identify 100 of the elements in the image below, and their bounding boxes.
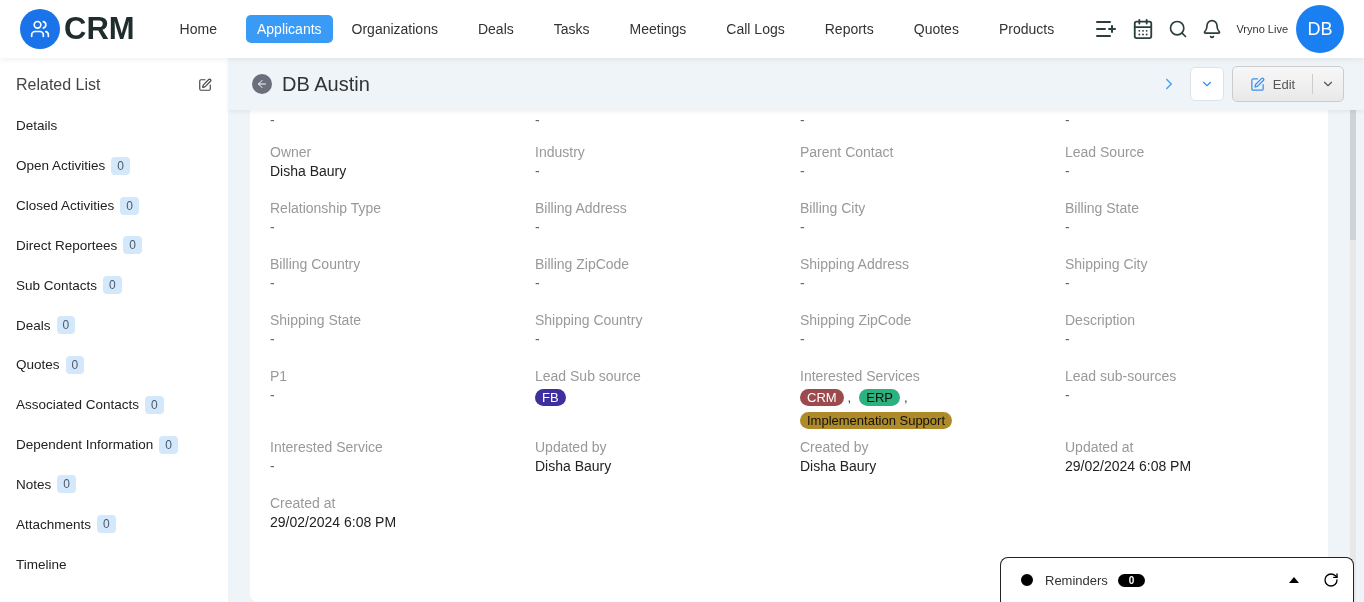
field-value: - bbox=[800, 112, 805, 128]
field-label: P1 bbox=[270, 368, 289, 384]
field-label: Billing City bbox=[800, 200, 867, 216]
field-label: Updated at bbox=[1065, 439, 1135, 455]
separator: , bbox=[903, 390, 908, 405]
field-value: - bbox=[270, 275, 276, 291]
field-label: Created by bbox=[800, 439, 870, 455]
field-value: - bbox=[1065, 219, 1071, 235]
sidebar-item-label: Open Activities bbox=[16, 158, 106, 174]
field-label: Updated by bbox=[535, 439, 608, 455]
field-value: - bbox=[1065, 163, 1071, 179]
notification-icon[interactable] bbox=[1202, 19, 1223, 39]
nav-tab[interactable]: Meetings bbox=[618, 15, 698, 43]
refresh-icon[interactable] bbox=[1323, 572, 1339, 588]
field-label: Billing ZipCode bbox=[535, 256, 631, 272]
field-value: - bbox=[1065, 112, 1070, 128]
field-value: - bbox=[535, 163, 541, 179]
field-value: - bbox=[270, 219, 276, 235]
edit-icon[interactable] bbox=[198, 78, 212, 92]
field-label: Billing State bbox=[1065, 200, 1140, 216]
nav-tab[interactable]: Tasks bbox=[542, 15, 601, 43]
back-button[interactable] bbox=[252, 74, 272, 94]
field-value: - bbox=[800, 163, 806, 179]
field-value: - bbox=[800, 275, 806, 291]
sidebar-item-label: Details bbox=[16, 118, 58, 134]
sidebar-item[interactable]: Direct Reportees 0 bbox=[16, 225, 212, 266]
sidebar-item[interactable]: Notes 0 bbox=[16, 464, 212, 505]
calendar-icon[interactable] bbox=[1132, 18, 1155, 40]
count-badge: 0 bbox=[97, 515, 116, 534]
edit-button[interactable]: Edit bbox=[1232, 66, 1344, 102]
reminders-label: Reminders bbox=[1045, 572, 1108, 588]
field-value: - bbox=[535, 331, 541, 347]
sidebar-item-label: Sub Contacts bbox=[16, 277, 98, 293]
tag: FB bbox=[535, 389, 566, 406]
scrollbar[interactable] bbox=[1350, 110, 1356, 602]
sidebar-item[interactable]: Quotes 0 bbox=[16, 344, 212, 385]
tag: Implementation Support bbox=[800, 412, 953, 429]
count-badge: 0 bbox=[65, 355, 85, 374]
field-label: Lead Sub source bbox=[535, 368, 642, 384]
count-badge: 0 bbox=[103, 276, 122, 295]
nav-tab[interactable]: Quotes bbox=[902, 15, 970, 43]
nav-tab[interactable]: Organizations bbox=[340, 15, 449, 43]
nav-tab[interactable]: Call Logs bbox=[715, 15, 796, 43]
caret-icon[interactable] bbox=[1289, 577, 1299, 583]
field-label: Shipping City bbox=[1065, 256, 1149, 272]
field-label: Shipping Country bbox=[535, 312, 644, 328]
sidebar-item-label: Attachments bbox=[16, 516, 92, 532]
sidebar-item[interactable]: Timeline bbox=[16, 544, 212, 584]
sidebar-item-label: Deals bbox=[16, 317, 51, 333]
sidebar-item-label: Notes bbox=[16, 476, 52, 492]
field-value: - bbox=[800, 331, 806, 347]
field-value: - bbox=[535, 275, 541, 291]
sidebar-title: Related List bbox=[16, 76, 101, 94]
logo-icon bbox=[20, 9, 60, 49]
nav-tab[interactable]: Deals bbox=[466, 15, 525, 43]
count-badge: 0 bbox=[145, 395, 164, 414]
sidebar-item[interactable]: Associated Contacts 0 bbox=[16, 384, 212, 425]
count-badge: 0 bbox=[111, 156, 130, 175]
field-label: Interested Services bbox=[800, 368, 921, 384]
field-value: - bbox=[535, 219, 541, 235]
separator: , bbox=[847, 390, 852, 405]
count-badge: 0 bbox=[56, 316, 76, 335]
field-value: - bbox=[1065, 275, 1071, 291]
field-label: Lead sub-sources bbox=[1065, 368, 1178, 384]
nav-tab[interactable]: Products bbox=[987, 15, 1066, 43]
sidebar-item-label: Quotes bbox=[16, 357, 60, 373]
field-value: - bbox=[270, 112, 275, 128]
field-label: Shipping ZipCode bbox=[800, 312, 913, 328]
search-icon[interactable] bbox=[1168, 19, 1189, 39]
sidebar-item[interactable]: Closed Activities 0 bbox=[16, 185, 212, 226]
field-value: 29/02/2024 6:08 PM bbox=[1065, 458, 1193, 474]
sidebar-item-label: Dependent Information bbox=[16, 437, 154, 453]
field-label: Interested Service bbox=[270, 439, 384, 455]
sidebar-item[interactable]: Open Activities 0 bbox=[16, 145, 212, 186]
sidebar-item[interactable]: Details bbox=[16, 106, 212, 146]
sidebar-item[interactable]: Attachments 0 bbox=[16, 504, 212, 545]
field-label: Billing Address bbox=[535, 200, 628, 216]
count-badge: 0 bbox=[123, 236, 142, 255]
field-value: Disha Baury bbox=[270, 163, 348, 179]
count-badge: 0 bbox=[1117, 573, 1146, 587]
nav-tab[interactable]: Home bbox=[168, 15, 228, 43]
count-badge: 0 bbox=[57, 475, 76, 494]
sidebar-item[interactable]: Dependent Information 0 bbox=[16, 424, 212, 465]
sidebar-item[interactable]: Deals 0 bbox=[16, 305, 212, 345]
nav-tab[interactable]: Reports bbox=[813, 15, 885, 43]
field-value: Disha Baury bbox=[800, 458, 878, 474]
field-value: - bbox=[535, 112, 540, 128]
user-avatar[interactable]: DB bbox=[1296, 5, 1344, 53]
arrow-left-icon bbox=[256, 78, 268, 90]
field-label: Industry bbox=[535, 144, 586, 160]
tag: CRM bbox=[800, 389, 844, 406]
field-value: 29/02/2024 6:08 PM bbox=[270, 514, 398, 530]
field-value: - bbox=[270, 458, 276, 474]
field-label: Created at bbox=[270, 495, 337, 511]
record-title: DB Austin bbox=[282, 72, 371, 96]
field-label: Shipping State bbox=[270, 312, 363, 328]
sidebar-item-label: Associated Contacts bbox=[16, 397, 140, 413]
field-value: Disha Baury bbox=[535, 458, 613, 474]
count-badge: 0 bbox=[120, 196, 139, 215]
sidebar-item[interactable]: Sub Contacts 0 bbox=[16, 265, 212, 306]
